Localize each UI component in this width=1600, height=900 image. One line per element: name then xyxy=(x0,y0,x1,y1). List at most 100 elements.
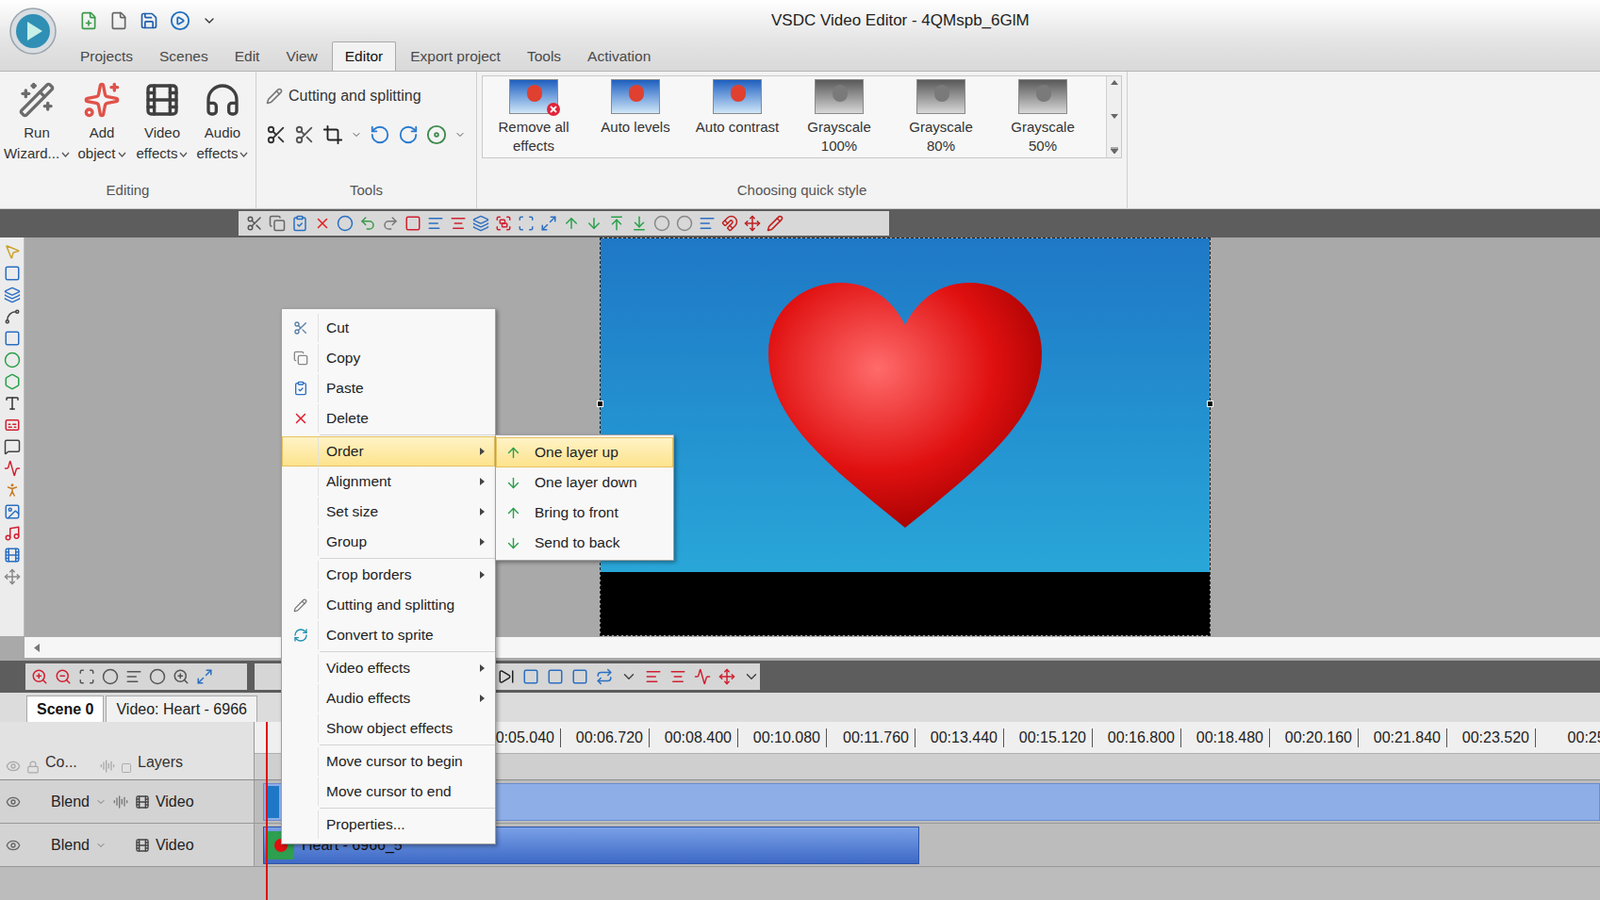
rotate-left-icon[interactable] xyxy=(369,124,391,146)
ribbon-button[interactable]: Run Wizard... xyxy=(1,77,72,165)
save-icon[interactable] xyxy=(139,11,159,31)
timeline-tool-icon[interactable] xyxy=(125,668,143,686)
toolbar-tool-icon[interactable] xyxy=(472,214,490,232)
menu-tab[interactable]: Projects xyxy=(67,41,146,71)
timeline-cursor[interactable] xyxy=(265,722,268,900)
toolbar-tool-icon[interactable] xyxy=(721,214,739,232)
new-project-icon[interactable] xyxy=(79,11,99,31)
tools-dropdown-icon[interactable] xyxy=(454,129,466,141)
track-row[interactable]: BlendVideoHeart - 6966_5 xyxy=(0,824,1600,868)
selection-handle[interactable] xyxy=(596,400,604,408)
context-menu-item[interactable]: Order xyxy=(281,436,495,467)
quick-style-item[interactable]: Auto levels xyxy=(584,76,687,137)
trim-icon[interactable] xyxy=(265,124,287,146)
timeline-tool-icon[interactable] xyxy=(644,668,662,686)
quick-style-thumbnail[interactable] xyxy=(509,79,559,115)
toolbar-tool-icon[interactable] xyxy=(359,214,377,232)
menu-tab[interactable]: Edit xyxy=(222,41,273,71)
toolbar-tool-icon[interactable] xyxy=(291,214,309,232)
context-menu-item[interactable]: Cutting and splitting xyxy=(281,590,495,621)
timeline-tool-icon[interactable] xyxy=(693,668,711,686)
context-menu-item[interactable]: Video effects xyxy=(281,653,495,684)
quick-style-thumbnail[interactable] xyxy=(1018,79,1068,115)
add-object-icon[interactable] xyxy=(82,81,121,119)
add-object-tool-icon[interactable] xyxy=(3,264,21,282)
add-object-tool-icon[interactable] xyxy=(3,395,21,413)
quick-style-thumbnail[interactable] xyxy=(916,79,966,115)
context-menu-item[interactable]: Delete xyxy=(281,403,495,434)
timeline-tool-icon[interactable] xyxy=(742,668,760,686)
toolbar-tool-icon[interactable] xyxy=(585,214,603,232)
timeline-tool-icon[interactable] xyxy=(172,668,190,686)
rotate-right-icon[interactable] xyxy=(397,124,419,146)
toolbar-tool-icon[interactable] xyxy=(517,214,535,232)
timeline-tool-icon[interactable] xyxy=(101,668,119,686)
customize-toolbar-icon[interactable] xyxy=(201,13,217,29)
add-object-tool-icon[interactable] xyxy=(3,460,21,478)
audio-effects-icon[interactable] xyxy=(203,81,242,119)
context-menu-item[interactable]: Crop borders xyxy=(281,560,495,591)
add-object-tool-icon[interactable] xyxy=(3,351,21,369)
quick-style-item[interactable]: Remove all effects xyxy=(482,76,585,156)
timeline-tool-icon[interactable] xyxy=(718,668,736,686)
quick-style-thumbnail[interactable] xyxy=(610,79,660,115)
audio-column-icon[interactable] xyxy=(99,758,116,775)
cutting-and-splitting-button[interactable]: Cutting and splitting xyxy=(265,84,477,108)
quick-style-thumbnail[interactable] xyxy=(712,79,762,115)
add-object-tool-icon[interactable] xyxy=(3,546,21,564)
quick-style-item[interactable]: Grayscale 100% xyxy=(788,76,891,156)
toolbar-tool-icon[interactable] xyxy=(313,214,331,232)
toolbar-tool-icon[interactable] xyxy=(381,214,399,232)
toolbar-tool-icon[interactable] xyxy=(562,214,580,232)
visibility-column-icon[interactable] xyxy=(5,758,21,775)
toolbar-tool-icon[interactable] xyxy=(653,214,671,232)
toolbar-tool-icon[interactable] xyxy=(766,214,784,232)
toolbar-tool-icon[interactable] xyxy=(608,214,626,232)
track-type-icon[interactable] xyxy=(134,794,150,810)
track-type-icon[interactable] xyxy=(134,838,150,854)
scroll-left-icon[interactable] xyxy=(33,643,40,653)
timeline-tool-icon[interactable] xyxy=(522,668,540,686)
scene-tab[interactable]: Video: Heart - 6966 xyxy=(105,695,257,723)
context-menu-item[interactable]: Properties... xyxy=(281,809,495,841)
track-visible-icon[interactable] xyxy=(5,838,21,854)
context-menu-item[interactable]: Alignment xyxy=(281,466,495,497)
track-row[interactable]: BlendVideo xyxy=(0,780,1600,825)
toolbar-tool-icon[interactable] xyxy=(268,214,286,232)
scroll-up-icon[interactable] xyxy=(1110,80,1119,85)
timeline-tool-icon[interactable] xyxy=(620,668,638,686)
toolbar-tool-icon[interactable] xyxy=(676,214,693,232)
blank-document-icon[interactable] xyxy=(109,11,129,31)
horizontal-scrollbar[interactable] xyxy=(24,637,1600,659)
layer-type-column-icon[interactable] xyxy=(120,762,132,775)
ribbon-button[interactable]: Add object xyxy=(71,77,132,165)
timeline-tool-icon[interactable] xyxy=(571,668,589,686)
track-visible-icon[interactable] xyxy=(5,794,21,810)
timeline-tool-icon[interactable] xyxy=(497,668,515,686)
add-object-tool-icon[interactable] xyxy=(3,568,21,586)
add-object-tool-icon[interactable] xyxy=(3,286,21,304)
ribbon-button[interactable]: Audio effects xyxy=(192,77,253,165)
toolbar-tool-icon[interactable] xyxy=(743,214,761,232)
submenu-item[interactable]: One layer up xyxy=(495,437,674,468)
crop-dropdown-icon[interactable] xyxy=(350,129,363,141)
quick-style-thumbnail[interactable] xyxy=(814,79,864,115)
timeline-tool-icon[interactable] xyxy=(546,668,564,686)
timeline-tool-icon[interactable] xyxy=(669,668,687,686)
menu-tab[interactable]: View xyxy=(273,41,330,71)
dropdown-caret-icon[interactable] xyxy=(61,151,70,158)
menu-tab[interactable]: Export project xyxy=(397,41,513,71)
menu-tab[interactable]: Tools xyxy=(514,41,574,71)
dropdown-caret-icon[interactable] xyxy=(117,151,127,158)
vsdc-logo-icon[interactable] xyxy=(9,7,57,55)
blend-mode[interactable]: Blend xyxy=(50,834,90,858)
pencil-icon[interactable] xyxy=(265,87,283,105)
blend-dropdown-icon[interactable] xyxy=(95,796,107,809)
menu-tab[interactable]: Scenes xyxy=(147,41,221,71)
context-menu-item[interactable]: Audio effects xyxy=(281,683,495,714)
context-menu-item[interactable]: Paste xyxy=(281,373,495,404)
add-object-tool-icon[interactable] xyxy=(3,243,21,261)
dropdown-caret-icon[interactable] xyxy=(239,151,248,158)
add-object-tool-icon[interactable] xyxy=(3,373,21,391)
toolbar-tool-icon[interactable] xyxy=(698,214,716,232)
